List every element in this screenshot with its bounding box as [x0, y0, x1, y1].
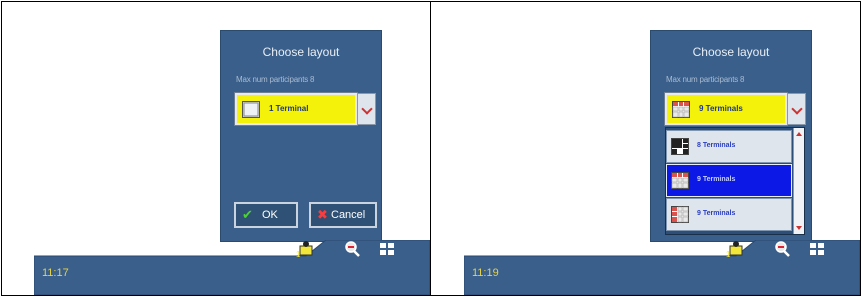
layout-dropdown-list: 8 Terminals 9 Terminals 9 Terminals: [665, 127, 805, 235]
chevron-down-icon[interactable]: [357, 93, 376, 125]
taskbar-clock: 11:19: [472, 267, 499, 279]
list-item[interactable]: 9 Terminals: [666, 198, 792, 231]
right-panel: Choose layout Max num participants 8 9 T…: [432, 2, 860, 295]
ok-button-label: OK: [262, 209, 278, 221]
layout-select[interactable]: 1 Terminal: [234, 92, 358, 126]
nine-terminals-layout-icon: [671, 172, 689, 189]
list-item-label: 8 Terminals: [697, 142, 736, 149]
dialog-subtitle: Max num participants 8: [666, 75, 745, 84]
zoom-icon[interactable]: [773, 240, 791, 258]
list-item-selected[interactable]: 9 Terminals: [666, 164, 792, 197]
cancel-button-label: Cancel: [331, 209, 366, 221]
list-item[interactable]: 8 Terminals: [666, 130, 792, 163]
list-item-label: 9 Terminals: [697, 210, 736, 217]
single-terminal-layout-icon: [242, 101, 260, 118]
zoom-icon[interactable]: [343, 240, 361, 258]
eight-terminals-layout-icon: [671, 138, 689, 155]
dialog-title: Choose layout: [262, 45, 340, 59]
layout-select-value: 9 Terminals: [699, 104, 743, 113]
choose-layout-dialog: Choose layout Max num participants 8 9 T…: [650, 30, 812, 242]
dialog-title: Choose layout: [692, 45, 770, 59]
panel-divider: [430, 1, 431, 296]
scroll-up-icon[interactable]: [795, 130, 803, 138]
taskbar-background: [34, 240, 430, 295]
taskbar-clock: 11:17: [42, 267, 69, 279]
scroll-down-icon[interactable]: [795, 224, 803, 232]
taskbar-background: [464, 240, 860, 295]
x-icon: ✖: [317, 207, 328, 222]
svg-text:1: 1: [296, 250, 301, 258]
person-terminal-icon[interactable]: 1: [726, 240, 744, 258]
list-item-label: 9 Terminals: [697, 176, 736, 183]
ok-button[interactable]: ✔ OK: [234, 202, 298, 228]
taskbar: 11:17 1: [34, 240, 430, 295]
nine-terminals-layout-icon: [672, 101, 690, 118]
nine-terminals-layout-icon: [671, 206, 689, 223]
cancel-button[interactable]: ✖ Cancel: [309, 202, 377, 228]
dialog-subtitle: Max num participants 8: [236, 75, 315, 84]
layout-grid-icon[interactable]: [378, 240, 396, 258]
check-icon: ✔: [242, 207, 253, 222]
layout-grid-icon[interactable]: [808, 240, 826, 258]
person-terminal-icon[interactable]: 1: [296, 240, 314, 258]
dropdown-scrollbar[interactable]: [793, 128, 804, 234]
taskbar: 11:19 1: [464, 240, 860, 295]
chevron-down-icon[interactable]: [787, 93, 806, 125]
choose-layout-dialog: Choose layout Max num participants 8 1 T…: [220, 30, 382, 242]
left-panel: Choose layout Max num participants 8 1 T…: [2, 2, 430, 295]
svg-text:1: 1: [726, 250, 731, 258]
layout-select[interactable]: 9 Terminals: [664, 92, 788, 126]
layout-select-value: 1 Terminal: [269, 104, 309, 113]
